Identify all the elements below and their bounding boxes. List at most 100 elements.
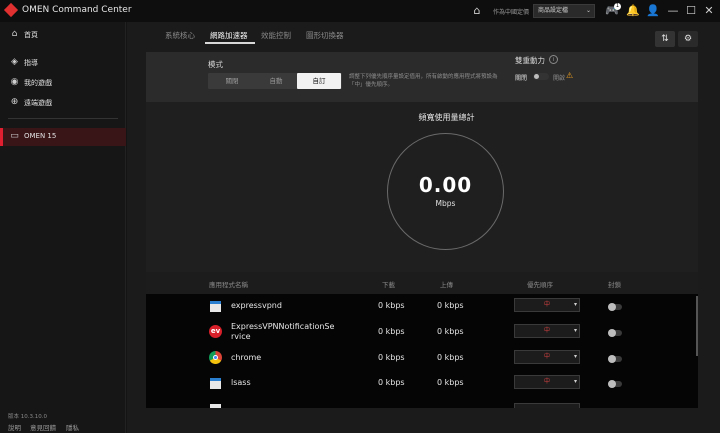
toggle-knob bbox=[608, 303, 616, 311]
table-scrollbar[interactable] bbox=[696, 296, 698, 356]
chevron-down-icon: ⌄ bbox=[585, 7, 591, 14]
warning-icon[interactable]: ⚠ bbox=[566, 71, 573, 80]
block-toggle[interactable] bbox=[608, 380, 622, 388]
profile-select[interactable]: 商品設定檔 ⌄ bbox=[533, 4, 595, 18]
sort-icon[interactable]: ⇅ bbox=[655, 31, 675, 47]
mode-off-button[interactable]: 關閉 bbox=[210, 73, 254, 89]
tab-graphics-switcher[interactable]: 圖形切換器 bbox=[306, 30, 344, 41]
profile-select-value: 商品設定檔 bbox=[538, 7, 569, 14]
priority-select[interactable]: 中 ▾ bbox=[514, 298, 580, 312]
upload-rate: 0 kbps bbox=[437, 353, 464, 362]
maximize-icon[interactable]: ☐ bbox=[684, 4, 698, 18]
remote-play-icon: ⊕ bbox=[10, 97, 19, 107]
block-toggle[interactable] bbox=[608, 329, 622, 337]
laptop-icon: ▭ bbox=[10, 131, 19, 141]
gamepad-icon: ◉ bbox=[10, 77, 19, 87]
block-toggle[interactable] bbox=[608, 355, 622, 363]
download-rate: 0 kbps bbox=[378, 378, 405, 387]
sidebar-item-label: 遠端遊戲 bbox=[24, 99, 52, 107]
tab-performance-control[interactable]: 效能控制 bbox=[261, 30, 291, 41]
column-download[interactable]: 下載 bbox=[382, 279, 395, 289]
region-label: 作為中國定價 bbox=[493, 9, 530, 16]
column-block[interactable]: 封鎖 bbox=[608, 279, 621, 289]
sidebar-item-device[interactable]: ▭ OMEN 15 bbox=[0, 128, 126, 146]
app-name-line-1: ExpressVPNNotificationSe bbox=[231, 322, 335, 331]
download-rate: 0 kbps bbox=[378, 327, 405, 336]
sidebar-item-home[interactable]: ⌂ 首頁 bbox=[0, 26, 126, 44]
download-rate: 0 kbps bbox=[378, 353, 405, 362]
column-priority[interactable]: 優先順序 bbox=[527, 279, 553, 289]
tab-system-core[interactable]: 系統核心 bbox=[165, 30, 195, 41]
app-name: ExpressVPNNotificationSe rvice bbox=[231, 322, 334, 342]
app-name-line-2: rvice bbox=[231, 332, 251, 341]
column-app-name[interactable]: 應用程式名稱 bbox=[209, 279, 248, 289]
active-tab-indicator bbox=[205, 42, 255, 44]
dual-power-off-label: 關閉 bbox=[515, 75, 528, 82]
toggle-knob bbox=[534, 74, 539, 79]
chrome-icon bbox=[209, 351, 222, 364]
minimize-icon[interactable]: — bbox=[666, 4, 680, 18]
version-text: 版本 10.3.10.0 bbox=[8, 414, 47, 420]
upload-rate: 0 kbps bbox=[437, 301, 464, 310]
window-title: OMEN Command Center bbox=[22, 5, 132, 15]
chevron-down-icon: ▾ bbox=[573, 378, 577, 385]
mode-description: 調整下列優先順序量設定值用，所有啟動的應用程式將預設為「中」優先順序。 bbox=[349, 74, 498, 88]
sidebar-item-guide[interactable]: ◈ 指導 bbox=[0, 54, 126, 72]
bandwidth-unit: Mbps bbox=[435, 199, 456, 208]
lsass-window-icon bbox=[210, 378, 221, 389]
bandwidth-value: 0.00 bbox=[418, 173, 473, 197]
home-icon: ⌂ bbox=[11, 29, 18, 39]
mode-custom-button[interactable]: 自訂 bbox=[297, 73, 341, 89]
bell-icon[interactable]: 🔔 bbox=[626, 4, 640, 18]
mode-label: 模式 bbox=[208, 60, 223, 69]
notification-count-badge: 1 bbox=[614, 3, 621, 10]
gear-icon[interactable]: ⚙ bbox=[678, 31, 698, 47]
help-link[interactable]: 說明 bbox=[8, 422, 21, 432]
app-name: lsass bbox=[231, 378, 251, 387]
guide-icon: ◈ bbox=[11, 57, 18, 67]
priority-select[interactable]: 中 ▾ bbox=[514, 350, 580, 364]
close-icon[interactable]: ✕ bbox=[702, 4, 716, 18]
dual-power-toggle[interactable] bbox=[533, 73, 549, 80]
priority-select[interactable]: 中 ▾ bbox=[514, 375, 580, 389]
priority-select[interactable]: 中 ▾ bbox=[514, 324, 580, 338]
sidebar-item-my-games[interactable]: ◉ 我的遊戲 bbox=[0, 74, 126, 92]
app-table-body bbox=[146, 294, 698, 408]
expressvpn-window-icon bbox=[210, 301, 221, 312]
tab-network-booster[interactable]: 網路加速器 bbox=[210, 30, 248, 41]
privacy-link[interactable]: 隱私 bbox=[66, 422, 79, 432]
download-rate: 0 kbps bbox=[378, 301, 405, 310]
device-name: OMEN 15 bbox=[24, 132, 57, 140]
sidebar-item-remote-play[interactable]: ⊕ 遠端遊戲 bbox=[0, 94, 126, 112]
upload-rate: 0 kbps bbox=[437, 378, 464, 387]
app-name: expressvpnd bbox=[231, 301, 282, 310]
expressvpn-logo-icon: ev bbox=[209, 325, 222, 338]
dual-power-label: 雙重動力 bbox=[515, 56, 545, 65]
chevron-down-icon: ▾ bbox=[573, 301, 577, 308]
column-upload[interactable]: 上傳 bbox=[440, 279, 453, 289]
toggle-knob bbox=[608, 329, 616, 337]
feedback-link[interactable]: 意見回饋 bbox=[30, 422, 56, 432]
chevron-down-icon: ▾ bbox=[573, 353, 577, 360]
block-toggle[interactable] bbox=[608, 303, 622, 311]
toggle-knob bbox=[608, 355, 616, 363]
sidebar-item-label: 指導 bbox=[24, 59, 38, 67]
partial-row-icon bbox=[210, 404, 221, 408]
dual-power-on-label: 開啟 bbox=[553, 75, 566, 82]
toggle-knob bbox=[608, 380, 616, 388]
priority-value: 中 bbox=[543, 353, 550, 360]
bandwidth-title: 頻寬使用量總計 bbox=[418, 113, 475, 122]
mode-auto-button[interactable]: 自動 bbox=[254, 73, 298, 89]
app-name: chrome bbox=[231, 353, 262, 362]
sidebar-item-label: 首頁 bbox=[24, 31, 38, 39]
priority-value: 中 bbox=[543, 301, 550, 308]
priority-value: 中 bbox=[543, 327, 550, 334]
partial-priority-select bbox=[514, 403, 580, 408]
priority-value: 中 bbox=[543, 378, 550, 385]
info-icon[interactable]: i bbox=[549, 55, 558, 64]
upload-rate: 0 kbps bbox=[437, 327, 464, 336]
chevron-down-icon: ▾ bbox=[573, 327, 577, 334]
home-icon[interactable]: ⌂ bbox=[470, 4, 484, 18]
user-icon[interactable]: 👤 bbox=[646, 4, 660, 18]
sidebar-item-label: 我的遊戲 bbox=[24, 79, 52, 87]
